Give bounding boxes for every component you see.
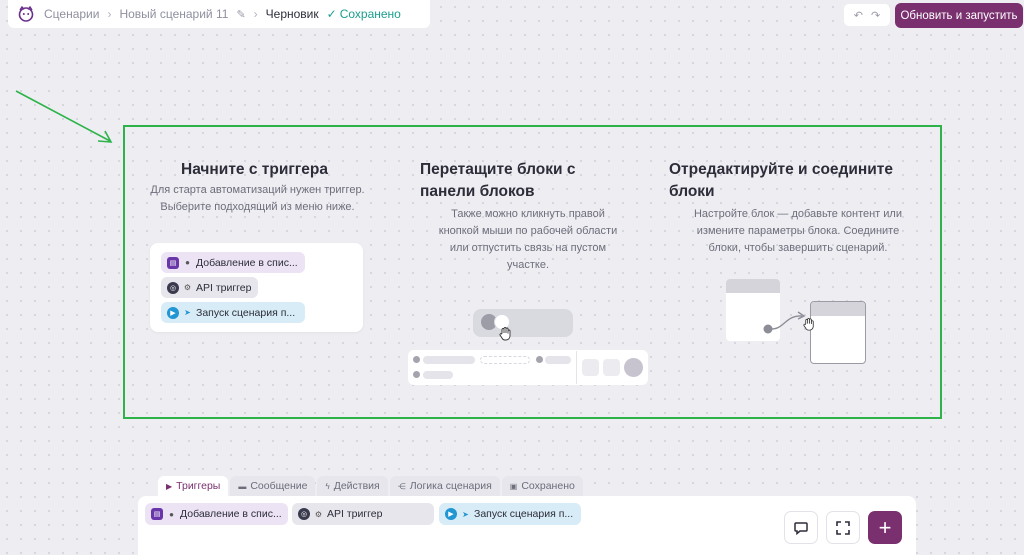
add-block-button[interactable]: + bbox=[868, 511, 902, 544]
step2-desc-line: или отпустить связь на пустом bbox=[449, 242, 607, 254]
check-icon: ✓ bbox=[326, 7, 337, 21]
panel-item-label: API триггер bbox=[327, 508, 383, 520]
step1-title: Начните с триггера bbox=[181, 161, 328, 178]
step1-desc-line: Для старта автоматизаций нужен триггер. bbox=[150, 184, 365, 196]
trigger-chip-run-scenario: ▶ ➤ Запуск сценария п... bbox=[161, 302, 305, 323]
step2-desc-line: участке. bbox=[507, 259, 549, 271]
list-icon: ▤ bbox=[167, 256, 179, 269]
illustration-square bbox=[582, 359, 599, 376]
illustration-dot bbox=[413, 371, 420, 378]
blocks-panel-tabs: ▶ Триггеры ▬ Сообщение ϟ Действия ⋲ Логи… bbox=[158, 476, 583, 496]
panel-item-list-add[interactable]: ▤ ● Добавление в спис... bbox=[145, 503, 288, 525]
fullscreen-icon bbox=[836, 520, 850, 535]
grab-cursor-icon bbox=[803, 317, 814, 331]
tab-label: Действия bbox=[333, 480, 380, 492]
comment-button[interactable] bbox=[784, 511, 818, 544]
trigger-chip-list-add: ▤ ● Добавление в спис... bbox=[161, 252, 305, 273]
step2-desc-line: Также можно кликнуть правой bbox=[451, 208, 605, 220]
chip-label: Добавление в спис... bbox=[196, 256, 298, 269]
tab-label: Сохранено bbox=[521, 480, 575, 492]
illustration-circle bbox=[624, 358, 643, 377]
illustration-dot bbox=[536, 356, 543, 363]
person-icon: ● bbox=[169, 509, 174, 519]
tab-label: Триггеры bbox=[176, 480, 221, 492]
play-icon: ▶ bbox=[167, 306, 179, 319]
comment-icon bbox=[794, 521, 808, 535]
illustration-bar bbox=[423, 356, 475, 364]
step3-title-line: блоки bbox=[669, 183, 715, 200]
chevron-right-icon: › bbox=[107, 7, 112, 21]
api-icon: ◎ bbox=[167, 281, 179, 294]
redo-icon[interactable]: ↷ bbox=[871, 9, 880, 22]
step2-title: Перетащите блоки с панели блоков bbox=[420, 159, 576, 203]
tab-label: Сообщение bbox=[250, 480, 308, 492]
grab-cursor-icon bbox=[499, 327, 511, 341]
update-and-run-button[interactable]: Обновить и запустить bbox=[895, 3, 1023, 28]
illustration-square bbox=[603, 359, 620, 376]
gear-icon: ⚙ bbox=[183, 283, 192, 292]
list-icon: ▤ bbox=[151, 508, 163, 520]
tab-saved[interactable]: ▣ Сохранено bbox=[501, 476, 583, 496]
chevron-right-icon: › bbox=[253, 7, 258, 21]
step2-title-line: Перетащите блоки с bbox=[420, 161, 576, 178]
play-icon: ▶ bbox=[166, 481, 173, 491]
panel-item-label: Запуск сценария п... bbox=[474, 508, 574, 520]
tab-message[interactable]: ▬ Сообщение bbox=[230, 476, 316, 496]
draft-status: Черновик bbox=[265, 7, 319, 21]
pencil-icon[interactable]: ✎ bbox=[236, 8, 245, 21]
tab-actions[interactable]: ϟ Действия bbox=[317, 476, 388, 496]
telegram-icon: ➤ bbox=[462, 509, 469, 519]
tab-label: Логика сценария bbox=[409, 480, 492, 492]
history-controls: ↶ ↷ bbox=[844, 4, 890, 26]
message-icon: ▬ bbox=[238, 481, 247, 491]
step3-description: Настройте блок — добавьте контент или из… bbox=[670, 206, 926, 257]
illustration-bar bbox=[423, 371, 453, 379]
annotation-arrow-icon bbox=[15, 90, 113, 143]
gear-icon: ⚙ bbox=[314, 509, 323, 519]
step1-desc-line: Выберите подходящий из меню ниже. bbox=[160, 201, 355, 213]
breadcrumb-scenario-name[interactable]: Новый сценарий 11 bbox=[119, 7, 228, 21]
tab-triggers[interactable]: ▶ Триггеры bbox=[158, 476, 229, 496]
chip-label: API триггер bbox=[196, 281, 252, 294]
saved-status: ✓ Сохранено bbox=[327, 7, 401, 21]
step2-description: Также можно кликнуть правой кнопкой мыши… bbox=[410, 206, 646, 274]
trigger-chip-api: ◎ ⚙ API триггер bbox=[161, 277, 258, 298]
undo-icon[interactable]: ↶ bbox=[854, 9, 863, 22]
lightning-icon: ϟ bbox=[325, 481, 330, 491]
chip-label: Запуск сценария п... bbox=[196, 306, 296, 319]
illustration-divider bbox=[576, 351, 577, 384]
illustration-bar bbox=[545, 356, 571, 364]
illustration-bar bbox=[480, 356, 530, 364]
api-icon: ◎ bbox=[298, 508, 310, 520]
panel-item-api-trigger[interactable]: ◎ ⚙ API триггер bbox=[292, 503, 434, 525]
top-bar: Сценарии › Новый сценарий 11 ✎ › Чернови… bbox=[8, 0, 430, 28]
panel-item-run-scenario[interactable]: ▶ ➤ Запуск сценария п... bbox=[439, 503, 581, 525]
step2-desc-line: кнопкой мыши по рабочей области bbox=[438, 225, 618, 237]
telegram-icon: ➤ bbox=[184, 308, 191, 317]
step3-desc-line: блоки, чтобы завершить сценарий. bbox=[708, 242, 888, 254]
illustration-dot bbox=[413, 356, 420, 363]
saved-label: Сохранено bbox=[339, 7, 401, 21]
step1-description: Для старта автоматизаций нужен триггер. … bbox=[130, 182, 385, 216]
step3-title-line: Отредактируйте и соедините bbox=[669, 161, 894, 178]
play-icon: ▶ bbox=[445, 508, 457, 520]
saved-icon: ▣ bbox=[509, 481, 518, 491]
mascot-logo-icon[interactable] bbox=[16, 5, 36, 23]
step3-desc-line: измените параметры блока. Соедините bbox=[696, 225, 900, 237]
person-icon: ● bbox=[185, 258, 190, 267]
fullscreen-button[interactable] bbox=[826, 511, 860, 544]
branch-icon: ⋲ bbox=[397, 481, 406, 491]
step3-desc-line: Настройте блок — добавьте контент или bbox=[693, 208, 902, 220]
panel-item-label: Добавление в спис... bbox=[180, 508, 282, 520]
step3-title: Отредактируйте и соедините блоки bbox=[669, 159, 893, 203]
tab-logic[interactable]: ⋲ Логика сценария bbox=[389, 476, 500, 496]
step2-title-line: панели блоков bbox=[420, 183, 535, 200]
breadcrumb-scenarios[interactable]: Сценарии bbox=[44, 7, 99, 21]
